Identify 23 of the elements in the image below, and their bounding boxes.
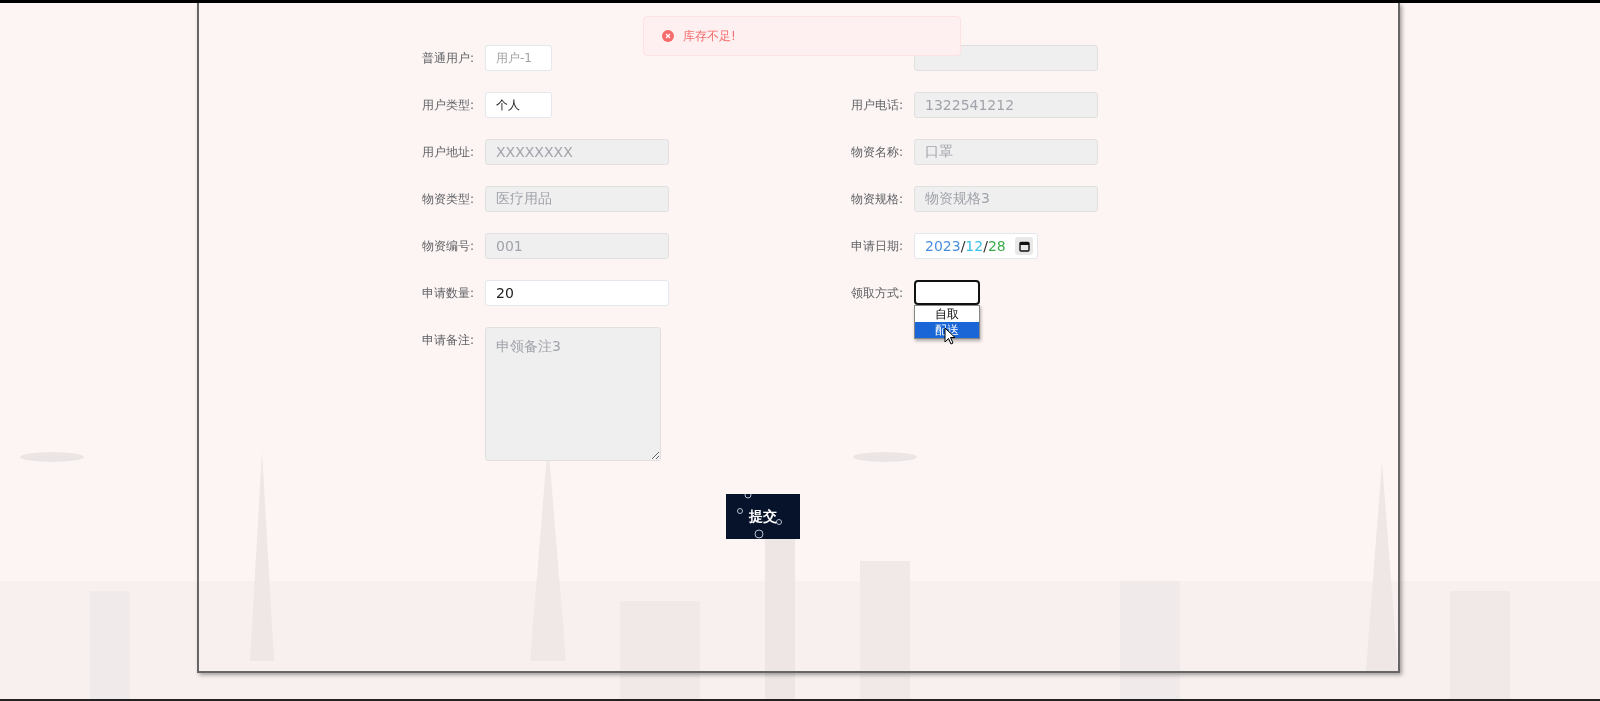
date-value: 2023/12/28 bbox=[925, 238, 1006, 254]
field-label: 物资类型: bbox=[422, 191, 476, 208]
field-label: 申请备注: bbox=[422, 332, 476, 349]
field-label: 物资编号: bbox=[422, 238, 476, 255]
field-label: 申请日期: bbox=[851, 238, 905, 255]
field-label: 普通用户: bbox=[422, 50, 476, 67]
submit-button[interactable]: 提交 bbox=[726, 494, 800, 539]
field-label: 用户地址: bbox=[422, 144, 476, 161]
input-field[interactable]: 20 bbox=[485, 280, 669, 306]
calendar-icon[interactable] bbox=[1015, 237, 1033, 255]
field-label: 用户电话: bbox=[851, 97, 905, 114]
field-label: 用户类型: bbox=[422, 97, 476, 114]
input-field[interactable]: 用户-1 bbox=[485, 45, 552, 71]
field-label: 申请数量: bbox=[422, 285, 476, 302]
field-label: 领取方式: bbox=[851, 285, 905, 302]
dropdown-option[interactable]: 自取 bbox=[915, 306, 979, 322]
date-field[interactable]: 2023/12/28 bbox=[914, 233, 1038, 259]
input-field[interactable]: 个人 bbox=[485, 92, 552, 118]
field-label: 物资名称: bbox=[851, 144, 905, 161]
toast-message: 库存不足! bbox=[683, 27, 736, 45]
error-icon bbox=[662, 30, 674, 42]
select-field[interactable] bbox=[914, 280, 980, 305]
field-label: 物资规格: bbox=[851, 191, 905, 208]
